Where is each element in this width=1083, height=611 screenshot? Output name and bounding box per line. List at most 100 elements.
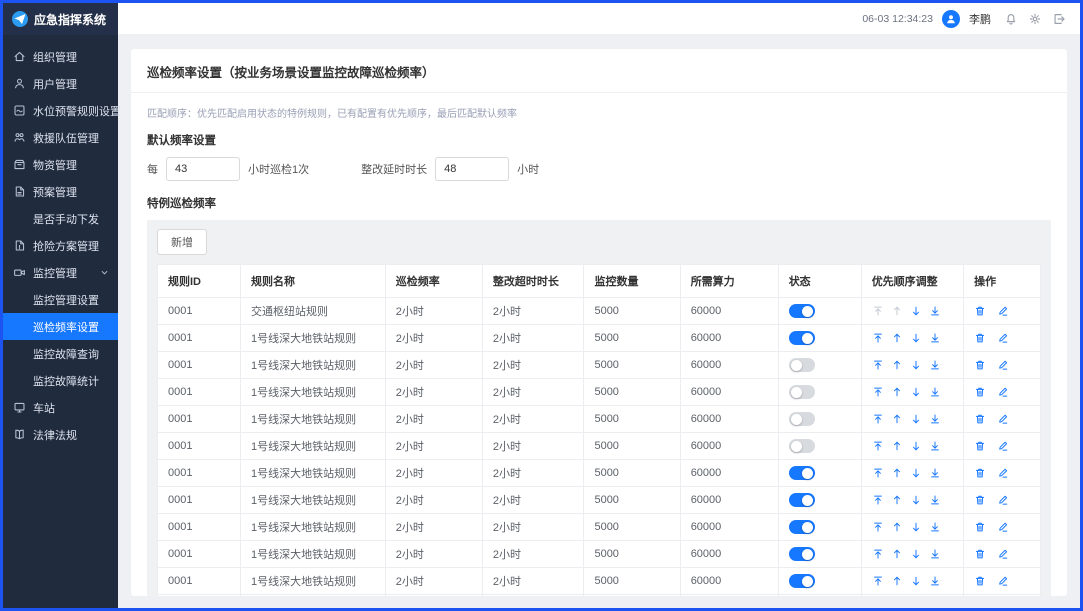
sidebar-item-10[interactable]: 巡检频率设置 — [3, 313, 118, 340]
rectify-delay-input[interactable] — [435, 157, 509, 181]
status-toggle[interactable] — [789, 385, 815, 399]
move-down-icon[interactable] — [910, 575, 922, 587]
move-up-icon[interactable] — [891, 413, 903, 425]
move-down-icon[interactable] — [910, 548, 922, 560]
move-to-top-icon[interactable] — [872, 440, 884, 452]
move-up-icon[interactable] — [891, 332, 903, 344]
sidebar-item-6[interactable]: 是否手动下发 — [3, 205, 118, 232]
edit-icon[interactable] — [997, 467, 1009, 479]
cell-rule-name: 1号线深大地铁站规则 — [241, 460, 386, 487]
move-to-bottom-icon[interactable] — [929, 521, 941, 533]
move-to-top-icon[interactable] — [872, 386, 884, 398]
move-to-bottom-icon[interactable] — [929, 548, 941, 560]
status-toggle[interactable] — [789, 358, 815, 372]
delete-icon[interactable] — [974, 575, 986, 587]
edit-icon[interactable] — [997, 548, 1009, 560]
edit-icon[interactable] — [997, 305, 1009, 317]
move-to-top-icon[interactable] — [872, 494, 884, 506]
move-to-top-icon[interactable] — [872, 332, 884, 344]
move-up-icon[interactable] — [891, 359, 903, 371]
sidebar-item-7[interactable]: 抢险方案管理 — [3, 232, 118, 259]
move-to-top-icon[interactable] — [872, 548, 884, 560]
move-down-icon[interactable] — [910, 467, 922, 479]
move-up-icon[interactable] — [891, 440, 903, 452]
sidebar-item-9[interactable]: 监控管理设置 — [3, 286, 118, 313]
move-down-icon[interactable] — [910, 494, 922, 506]
move-up-icon[interactable] — [891, 305, 903, 317]
sidebar-item-4[interactable]: 物资管理 — [3, 151, 118, 178]
move-up-icon[interactable] — [891, 386, 903, 398]
status-toggle[interactable] — [789, 493, 815, 507]
logout-icon[interactable] — [1052, 12, 1066, 26]
move-up-icon[interactable] — [891, 548, 903, 560]
status-toggle[interactable] — [789, 547, 815, 561]
delete-icon[interactable] — [974, 305, 986, 317]
inspection-interval-input[interactable] — [166, 157, 240, 181]
status-toggle[interactable] — [789, 466, 815, 480]
move-down-icon[interactable] — [910, 332, 922, 344]
edit-icon[interactable] — [997, 413, 1009, 425]
sidebar-item-11[interactable]: 监控故障查询 — [3, 340, 118, 367]
move-to-bottom-icon[interactable] — [929, 467, 941, 479]
bell-icon[interactable] — [1004, 12, 1018, 26]
move-down-icon[interactable] — [910, 359, 922, 371]
move-to-top-icon[interactable] — [872, 413, 884, 425]
status-toggle[interactable] — [789, 439, 815, 453]
edit-icon[interactable] — [997, 332, 1009, 344]
edit-icon[interactable] — [997, 521, 1009, 533]
status-toggle[interactable] — [789, 520, 815, 534]
move-to-bottom-icon[interactable] — [929, 305, 941, 317]
move-to-bottom-icon[interactable] — [929, 413, 941, 425]
sidebar-item-13[interactable]: 车站 — [3, 394, 118, 421]
status-toggle[interactable] — [789, 304, 815, 318]
delete-icon[interactable] — [974, 440, 986, 452]
delete-icon[interactable] — [974, 359, 986, 371]
move-to-bottom-icon[interactable] — [929, 440, 941, 452]
add-rule-button[interactable]: 新增 — [157, 229, 207, 255]
settings-icon[interactable] — [1028, 12, 1042, 26]
sidebar-item-0[interactable]: 组织管理 — [3, 43, 118, 70]
delete-icon[interactable] — [974, 386, 986, 398]
move-to-top-icon[interactable] — [872, 575, 884, 587]
delete-icon[interactable] — [974, 413, 986, 425]
sidebar-item-8[interactable]: 监控管理 — [3, 259, 118, 286]
move-to-bottom-icon[interactable] — [929, 332, 941, 344]
move-down-icon[interactable] — [910, 521, 922, 533]
move-to-top-icon[interactable] — [872, 521, 884, 533]
move-down-icon[interactable] — [910, 305, 922, 317]
edit-icon[interactable] — [997, 359, 1009, 371]
sidebar-item-1[interactable]: 用户管理 — [3, 70, 118, 97]
edit-icon[interactable] — [997, 440, 1009, 452]
move-up-icon[interactable] — [891, 521, 903, 533]
move-to-bottom-icon[interactable] — [929, 386, 941, 398]
move-down-icon[interactable] — [910, 386, 922, 398]
status-toggle[interactable] — [789, 331, 815, 345]
move-to-bottom-icon[interactable] — [929, 575, 941, 587]
move-to-top-icon[interactable] — [872, 467, 884, 479]
delete-icon[interactable] — [974, 521, 986, 533]
sidebar-item-12[interactable]: 监控故障统计 — [3, 367, 118, 394]
move-to-bottom-icon[interactable] — [929, 359, 941, 371]
edit-icon[interactable] — [997, 494, 1009, 506]
sidebar-item-14[interactable]: 法律法规 — [3, 421, 118, 448]
sidebar-item-2[interactable]: 水位预警规则设置 — [3, 97, 118, 124]
move-to-bottom-icon[interactable] — [929, 494, 941, 506]
delete-icon[interactable] — [974, 548, 986, 560]
status-toggle[interactable] — [789, 574, 815, 588]
move-up-icon[interactable] — [891, 575, 903, 587]
move-to-top-icon[interactable] — [872, 359, 884, 371]
edit-icon[interactable] — [997, 575, 1009, 587]
move-up-icon[interactable] — [891, 494, 903, 506]
status-toggle[interactable] — [789, 412, 815, 426]
sidebar-item-5[interactable]: 预案管理 — [3, 178, 118, 205]
move-down-icon[interactable] — [910, 440, 922, 452]
move-down-icon[interactable] — [910, 413, 922, 425]
delete-icon[interactable] — [974, 467, 986, 479]
move-to-top-icon[interactable] — [872, 305, 884, 317]
delete-icon[interactable] — [974, 494, 986, 506]
sidebar-item-3[interactable]: 救援队伍管理 — [3, 124, 118, 151]
move-up-icon[interactable] — [891, 467, 903, 479]
avatar[interactable] — [942, 10, 960, 28]
edit-icon[interactable] — [997, 386, 1009, 398]
delete-icon[interactable] — [974, 332, 986, 344]
